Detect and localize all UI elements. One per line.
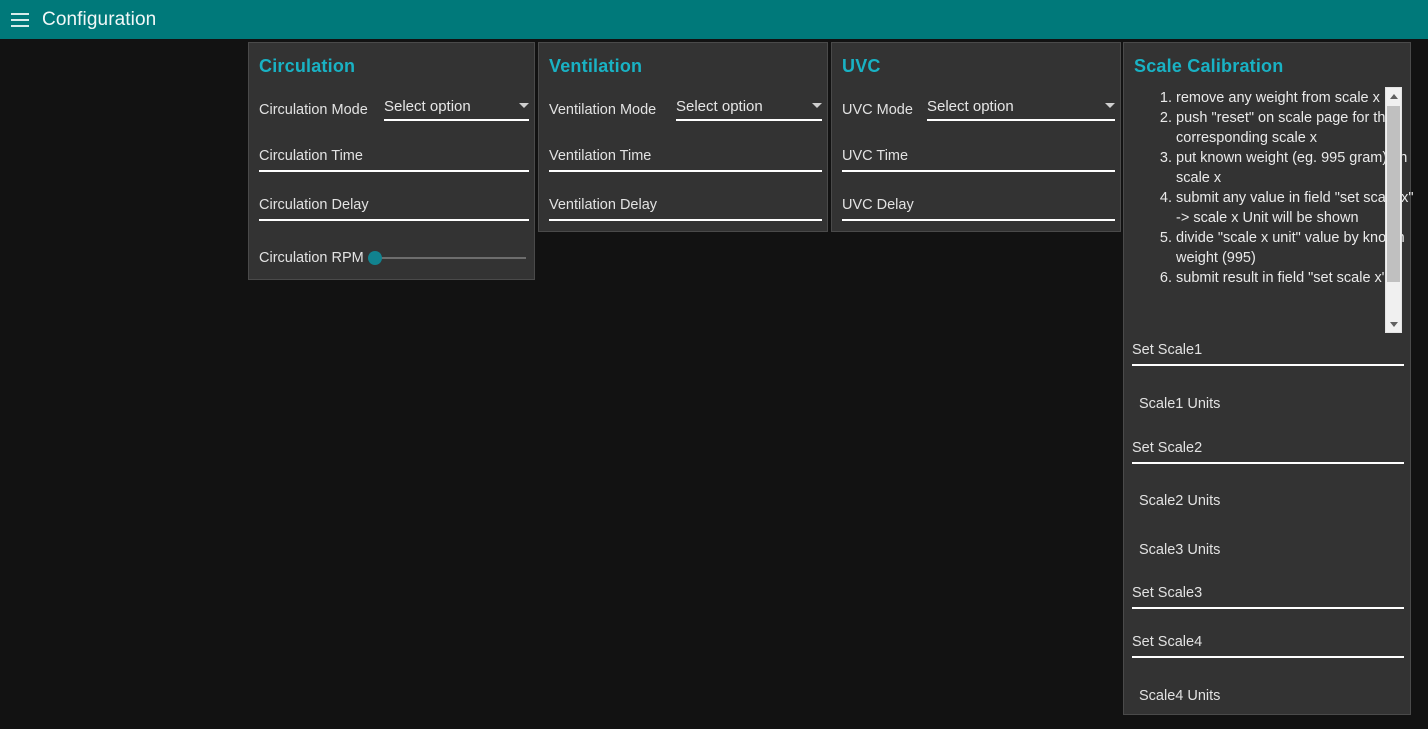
hamburger-bar — [11, 18, 29, 21]
list-item: submit result in field "set scale x" — [1176, 268, 1414, 288]
scrollbar-down-button[interactable] — [1386, 316, 1401, 332]
ventilation-mode-select[interactable]: Select option — [676, 98, 822, 121]
scale-calibration-panel-title: Scale Calibration — [1134, 56, 1284, 76]
uvc-time-placeholder: UVC Time — [842, 148, 909, 164]
scale-calibration-panel: Scale Calibration remove any weight from… — [1123, 42, 1414, 715]
set-scale2-input[interactable]: Set Scale2 — [1132, 439, 1404, 464]
circulation-delay-placeholder: Circulation Delay — [259, 197, 369, 213]
circulation-panel: Circulation Circulation Mode Select opti… — [248, 42, 535, 280]
hamburger-bar — [11, 12, 29, 15]
ventilation-time-placeholder: Ventilation Time — [549, 148, 652, 164]
chevron-down-icon — [812, 103, 822, 108]
slider-thumb[interactable] — [367, 251, 382, 265]
scrollbar-up-button[interactable] — [1386, 88, 1401, 104]
set-scale3-input[interactable]: Set Scale3 — [1132, 584, 1404, 609]
circulation-panel-title: Circulation — [259, 56, 356, 76]
ventilation-panel-title: Ventilation — [549, 56, 643, 76]
circulation-mode-row: Circulation Mode — [259, 101, 368, 120]
uvc-delay-placeholder: UVC Delay — [842, 197, 914, 213]
workspace: Circulation Circulation Mode Select opti… — [0, 39, 1428, 729]
scrollbar-thumb[interactable] — [1387, 106, 1400, 282]
ventilation-delay-placeholder: Ventilation Delay — [549, 197, 658, 213]
chevron-up-icon — [1389, 93, 1398, 99]
circulation-mode-label: Circulation Mode — [259, 102, 368, 118]
circulation-time-input[interactable]: Circulation Time — [259, 147, 529, 172]
uvc-mode-row: UVC Mode — [842, 101, 913, 120]
app-bar: Configuration — [0, 0, 1428, 39]
scale2-units-label: Scale2 Units — [1139, 493, 1221, 509]
set-scale2-placeholder: Set Scale2 — [1132, 440, 1203, 456]
set-scale4-placeholder: Set Scale4 — [1132, 634, 1203, 650]
ventilation-panel: Ventilation Ventilation Mode Select opti… — [538, 42, 828, 232]
circulation-rpm-slider[interactable] — [367, 251, 526, 265]
hamburger-menu-icon[interactable] — [6, 6, 34, 34]
list-item: submit any value in field "set scale x" … — [1176, 188, 1414, 228]
circulation-mode-select[interactable]: Select option — [384, 98, 529, 121]
chevron-down-icon — [1389, 321, 1398, 327]
calibration-instructions-list: remove any weight from scale x push "res… — [1134, 88, 1414, 288]
scale4-units-label: Scale4 Units — [1139, 688, 1221, 704]
ventilation-mode-row: Ventilation Mode — [549, 101, 656, 120]
list-item: push "reset" on scale page for the corre… — [1176, 108, 1414, 148]
circulation-rpm-label: Circulation RPM — [259, 250, 364, 266]
list-item: divide "scale x unit" value by known wei… — [1176, 228, 1414, 268]
ventilation-time-input[interactable]: Ventilation Time — [549, 147, 822, 172]
circulation-time-placeholder: Circulation Time — [259, 148, 363, 164]
set-scale4-input[interactable]: Set Scale4 — [1132, 633, 1404, 658]
uvc-mode-value: Select option — [927, 98, 1014, 115]
circulation-mode-value: Select option — [384, 98, 471, 115]
chevron-down-icon — [519, 103, 529, 108]
ventilation-delay-input[interactable]: Ventilation Delay — [549, 196, 822, 221]
uvc-panel: UVC UVC Mode Select option UVC Time UVC … — [831, 42, 1121, 232]
circulation-delay-input[interactable]: Circulation Delay — [259, 196, 529, 221]
scale1-units-label: Scale1 Units — [1139, 396, 1221, 412]
ventilation-mode-value: Select option — [676, 98, 763, 115]
scale3-units-label: Scale3 Units — [1139, 542, 1221, 558]
list-item: put known weight (eg. 995 gram) on scale… — [1176, 148, 1414, 188]
set-scale3-placeholder: Set Scale3 — [1132, 585, 1203, 601]
instructions-scrollbar[interactable] — [1385, 87, 1402, 333]
calibration-instructions-box: remove any weight from scale x push "res… — [1134, 88, 1414, 333]
chevron-down-icon — [1105, 103, 1115, 108]
hamburger-bar — [11, 24, 29, 27]
uvc-mode-label: UVC Mode — [842, 102, 913, 118]
set-scale1-input[interactable]: Set Scale1 — [1132, 341, 1404, 366]
uvc-panel-title: UVC — [842, 56, 881, 76]
list-item: remove any weight from scale x — [1176, 88, 1414, 108]
uvc-time-input[interactable]: UVC Time — [842, 147, 1115, 172]
circulation-rpm-slider-row: Circulation RPM — [259, 250, 526, 266]
uvc-delay-input[interactable]: UVC Delay — [842, 196, 1115, 221]
ventilation-mode-label: Ventilation Mode — [549, 102, 657, 118]
set-scale1-placeholder: Set Scale1 — [1132, 342, 1203, 358]
uvc-mode-select[interactable]: Select option — [927, 98, 1115, 121]
page-title: Configuration — [42, 8, 157, 30]
